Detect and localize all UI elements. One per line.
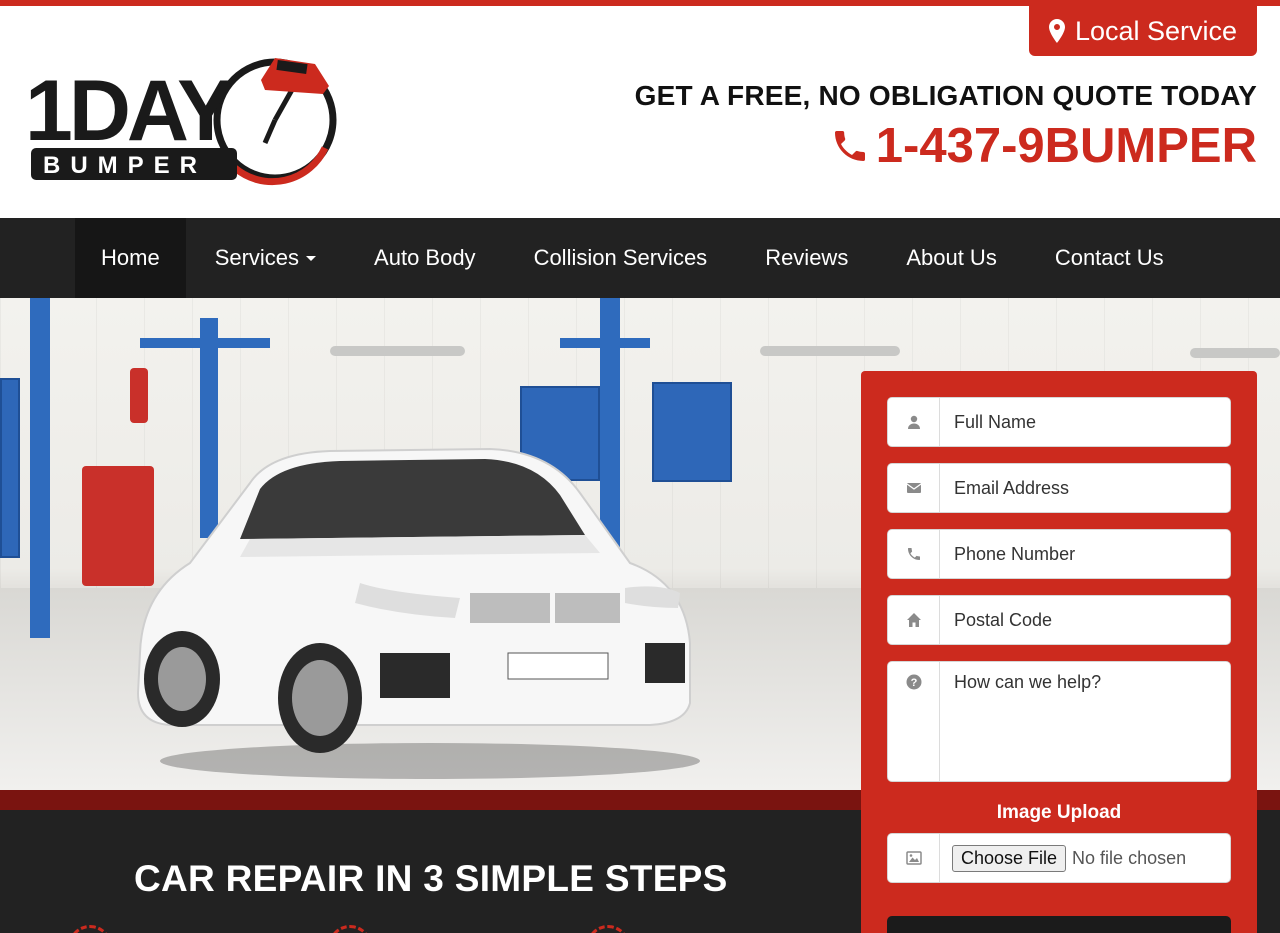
question-circle-icon: ?	[888, 662, 940, 781]
nav-about-us-label: About Us	[906, 245, 997, 270]
tool-cabinet	[0, 378, 20, 558]
phone-number: 1-437-9BUMPER	[875, 119, 1257, 173]
nav-services-label: Services	[214, 245, 300, 270]
message-field: ?	[887, 661, 1231, 782]
home-icon	[888, 596, 940, 644]
caret-down-icon	[306, 255, 317, 261]
nav-contact-us[interactable]: Contact Us	[1026, 218, 1193, 298]
phone-link[interactable]: 1-437-9BUMPER	[830, 118, 1257, 174]
white-suv-image	[136, 447, 700, 779]
logo-text-1day: 1DAY	[25, 63, 233, 159]
nav-contact-us-label: Contact Us	[1054, 245, 1164, 270]
choose-file-button[interactable]: Choose File	[952, 844, 1067, 872]
image-icon	[888, 834, 940, 882]
nav-auto-body-label: Auto Body	[374, 245, 476, 270]
image-upload-label: Image Upload	[996, 802, 1122, 823]
image-upload-field: Choose File No file chosen	[887, 833, 1231, 883]
phone-input[interactable]	[940, 530, 1230, 578]
main-navigation: Home Services Auto Body Collision Servic…	[0, 218, 1280, 298]
envelope-icon	[888, 464, 940, 512]
nav-auto-body[interactable]: Auto Body	[345, 218, 505, 298]
postal-code-field	[887, 595, 1231, 645]
nav-about-us[interactable]: About Us	[877, 218, 1026, 298]
quote-form: ? Image Upload Choose File No file chose…	[861, 371, 1257, 933]
wall-light	[760, 346, 900, 356]
phone-field	[887, 529, 1231, 579]
nav-collision-services[interactable]: Collision Services	[505, 218, 737, 298]
nav-home-label: Home	[101, 245, 160, 270]
nav-reviews[interactable]: Reviews	[736, 218, 877, 298]
nav-collision-services-label: Collision Services	[533, 245, 708, 270]
car-lift-arm	[560, 338, 650, 348]
wall-light	[1190, 348, 1280, 358]
user-icon	[888, 398, 940, 446]
phone-icon	[834, 131, 865, 161]
no-file-chosen-text: No file chosen	[1072, 847, 1187, 868]
nav-home[interactable]: Home	[75, 218, 186, 298]
phone-icon	[888, 530, 940, 578]
message-textarea[interactable]	[940, 662, 1230, 781]
site-header: Local Service 1DAY 1 BUMPER GET A FREE, …	[0, 6, 1280, 218]
nav-reviews-label: Reviews	[765, 245, 849, 270]
nav-services[interactable]: Services	[186, 218, 345, 298]
postal-code-input[interactable]	[940, 596, 1230, 644]
local-service-label: Local Service	[1074, 15, 1238, 46]
steps-heading: CAR REPAIR IN 3 SIMPLE STEPS	[134, 858, 728, 899]
car-lift-arm	[140, 338, 270, 348]
submit-button[interactable]	[887, 916, 1231, 933]
email-input[interactable]	[940, 464, 1230, 512]
svg-text:?: ?	[910, 677, 917, 689]
local-service-button[interactable]: Local Service	[1029, 6, 1257, 56]
email-field	[887, 463, 1231, 513]
logo-text-bumper: BUMPER	[43, 152, 207, 179]
full-name-input[interactable]	[940, 398, 1230, 446]
car-lift-post	[30, 298, 50, 638]
full-name-field	[887, 397, 1231, 447]
wall-light	[330, 346, 465, 356]
map-marker-icon	[1048, 19, 1065, 43]
free-quote-heading: GET A FREE, NO OBLIGATION QUOTE TODAY	[634, 80, 1257, 111]
fire-extinguisher	[130, 368, 148, 423]
company-logo[interactable]: 1DAY 1 BUMPER	[25, 48, 340, 190]
